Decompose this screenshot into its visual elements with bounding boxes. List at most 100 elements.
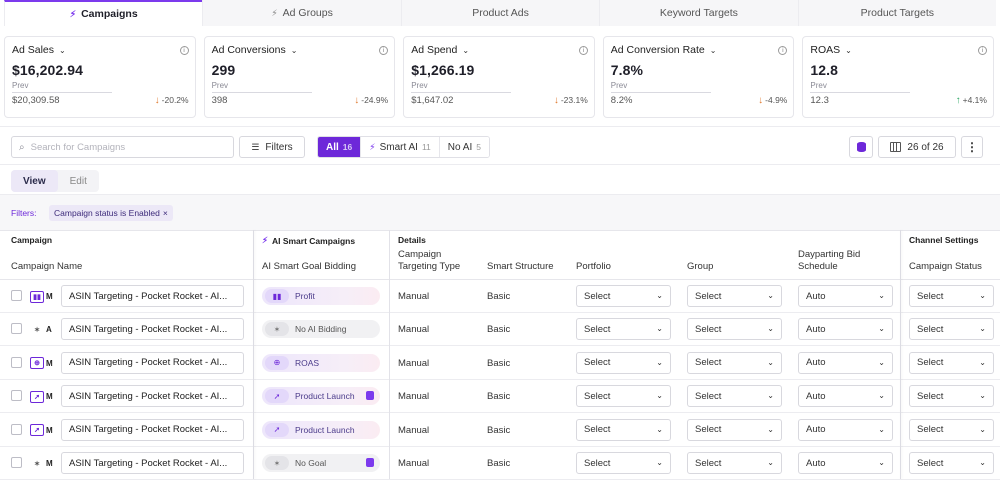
database-button[interactable] — [849, 136, 873, 158]
row-checkbox[interactable] — [11, 423, 22, 435]
goal-bidding-pill[interactable]: ✶ No Goal — [262, 454, 380, 472]
group-select[interactable]: Select ⌄ — [687, 385, 782, 408]
col-targeting-type[interactable]: Campaign Targeting Type — [398, 249, 478, 273]
metric-card[interactable]: Ad Sales ⌄ i $16,202.94 Prev $20,309.58 ↓ -20.2… — [4, 36, 196, 118]
portfolio-select[interactable]: Select ⌄ — [576, 452, 671, 474]
col-group[interactable]: Group — [687, 261, 713, 273]
smart-structure-cell: Basic — [487, 458, 511, 469]
info-icon[interactable]: i — [578, 46, 588, 55]
filter-chip[interactable]: Campaign status is Enabled × — [49, 205, 173, 221]
col-goal-bidding[interactable]: AI Smart Goal Bidding — [262, 261, 356, 273]
dayparting-select[interactable]: Auto ⌄ — [798, 318, 893, 341]
search-input[interactable] — [30, 141, 221, 153]
dayparting-select[interactable]: Auto ⌄ — [798, 385, 893, 408]
campaign-name-field[interactable]: ASIN Targeting - Pocket Rocket - AI... — [61, 385, 244, 408]
col-smart-structure[interactable]: Smart Structure — [487, 261, 554, 273]
campaign-name-field[interactable]: ASIN Targeting - Pocket Rocket - AI... — [61, 418, 244, 441]
goal-bidding-pill[interactable]: ⊕ ROAS — [262, 353, 380, 372]
campaign-type-badge: ✶ M — [30, 457, 53, 470]
metric-card[interactable]: Ad Conversions ⌄ i 299 Prev 398 ↓ -24.9% — [203, 36, 396, 118]
portfolio-select[interactable]: Select ⌄ — [576, 285, 671, 307]
campaign-status-select[interactable]: Select ⌄ — [909, 385, 994, 408]
metric-label[interactable]: ROAS ⌄ — [810, 44, 987, 56]
dayparting-select[interactable]: Auto ⌄ — [798, 351, 893, 374]
columns-icon — [890, 142, 902, 152]
campaign-name-field[interactable]: ASIN Targeting - Pocket Rocket - AI... — [61, 318, 244, 341]
dayparting-select[interactable]: Auto ⌄ — [798, 285, 893, 307]
segment-all[interactable]: All 16 — [318, 137, 362, 157]
rocket-icon: ➚ — [30, 390, 44, 403]
dayparting-select[interactable]: Auto ⌄ — [798, 452, 893, 474]
targeting-type-cell: Manual — [398, 324, 430, 336]
goal-bidding-pill[interactable]: ✶ No AI Bidding — [262, 320, 380, 339]
col-dayparting[interactable]: Dayparting Bid Schedule — [798, 249, 873, 273]
segment-no-ai[interactable]: No AI 5 — [439, 137, 489, 157]
tab-ad-groups[interactable]: ⚡︎ Ad Groups — [202, 0, 401, 26]
row-checkbox[interactable] — [11, 457, 22, 468]
columns-button[interactable]: 26 of 26 — [878, 136, 956, 158]
metric-label-text: Ad Sales — [12, 44, 55, 56]
chevron-down-icon: ⌄ — [878, 324, 885, 334]
goal-label: ROAS — [295, 357, 320, 368]
tab-campaigns[interactable]: ⚡︎ Campaigns — [4, 0, 203, 26]
search-box[interactable]: ⌕ — [11, 136, 234, 158]
more-options-button[interactable]: ⋮ — [961, 136, 983, 158]
filters-button[interactable]: ☰ Filters — [239, 136, 305, 158]
goal-bidding-pill[interactable]: ➚ Product Launch — [262, 387, 380, 406]
dayparting-select[interactable]: Auto ⌄ — [798, 418, 893, 441]
metric-value: 299 — [211, 62, 236, 78]
segment-smart-ai[interactable]: ⚡︎ Smart AI 11 — [361, 137, 440, 157]
tab-label: Campaigns — [81, 8, 138, 20]
row-checkbox[interactable] — [11, 290, 22, 301]
targeting-type-cell: Manual — [398, 458, 430, 469]
campaign-status-select[interactable]: Select ⌄ — [909, 285, 994, 307]
tab-product-ads[interactable]: Product Ads — [400, 0, 600, 26]
portfolio-select[interactable]: Select ⌄ — [576, 385, 671, 408]
metric-card[interactable]: ROAS ⌄ i 12.8 Prev 12.3 ↑ +4.1% — [802, 36, 994, 118]
campaign-name-field[interactable]: ASIN Targeting - Pocket Rocket - AI... — [61, 351, 244, 374]
table-row: ⊕ M ASIN Targeting - Pocket Rocket - AI...… — [0, 347, 1000, 380]
campaign-status-select[interactable]: Select ⌄ — [909, 351, 994, 374]
prev-value: 8.2% — [610, 95, 633, 106]
tab-keyword-targets[interactable]: Keyword Targets — [599, 0, 798, 26]
col-portfolio[interactable]: Portfolio — [576, 261, 611, 273]
goal-bidding-pill[interactable]: ➚ Product Launch — [262, 420, 380, 439]
row-checkbox[interactable] — [11, 323, 22, 335]
row-checkbox[interactable] — [11, 356, 22, 368]
group-select[interactable]: Select ⌄ — [687, 318, 782, 341]
group-select[interactable]: Select ⌄ — [687, 452, 782, 474]
campaign-name-field[interactable]: ASIN Targeting - Pocket Rocket - AI... — [61, 452, 244, 474]
group-select[interactable]: Select ⌄ — [687, 351, 782, 374]
metric-card[interactable]: Ad Spend ⌄ i $1,266.19 Prev $1,647.02 ↓ -23.1% — [403, 36, 595, 118]
campaign-name-field[interactable]: ASIN Targeting - Pocket Rocket - AI... — [61, 285, 244, 307]
portfolio-select[interactable]: Select ⌄ — [576, 318, 671, 341]
campaign-status-select[interactable]: Select ⌄ — [909, 452, 994, 474]
col-campaign-status[interactable]: Campaign Status — [909, 261, 982, 273]
campaign-status-select[interactable]: Select ⌄ — [909, 418, 994, 441]
change-value: -4.9% — [765, 95, 788, 105]
prev-value: 398 — [211, 95, 228, 106]
col-campaign-name[interactable]: Campaign Name — [11, 261, 82, 273]
info-icon[interactable]: i — [977, 46, 987, 55]
info-icon[interactable]: i — [179, 46, 189, 55]
segment-label: No AI — [447, 141, 473, 153]
metric-card[interactable]: Ad Conversion Rate ⌄ i 7.8% Prev 8.2% ↓ -4.9% — [602, 36, 795, 118]
group-select[interactable]: Select ⌄ — [687, 418, 782, 441]
portfolio-select[interactable]: Select ⌄ — [576, 351, 671, 374]
chevron-down-icon: ⌄ — [878, 391, 885, 401]
metric-label[interactable]: Ad Sales ⌄ — [12, 44, 189, 56]
view-button[interactable]: View — [11, 170, 58, 192]
group-select[interactable]: Select ⌄ — [687, 285, 782, 307]
metric-label[interactable]: Ad Conversions ⌄ — [212, 44, 389, 56]
goal-bidding-pill[interactable]: ▮▮ Profit — [262, 287, 380, 305]
edit-button[interactable]: Edit — [58, 170, 99, 192]
close-icon[interactable]: × — [163, 208, 168, 218]
metric-label[interactable]: Ad Spend ⌄ — [411, 44, 588, 56]
portfolio-select[interactable]: Select ⌄ — [576, 418, 671, 441]
row-checkbox[interactable] — [11, 390, 22, 402]
prev-label: Prev — [12, 81, 29, 90]
bolt-icon: ⚡︎ — [69, 8, 77, 19]
tab-product-targets[interactable]: Product Targets — [797, 0, 997, 26]
campaign-status-select[interactable]: Select ⌄ — [909, 318, 994, 341]
metric-label[interactable]: Ad Conversion Rate ⌄ — [611, 44, 788, 56]
